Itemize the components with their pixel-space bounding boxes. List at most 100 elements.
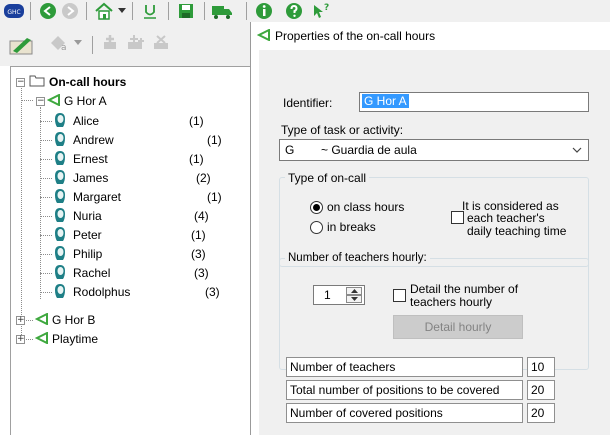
identifier-input[interactable]: G Hor A [359,92,589,112]
on-call-arrow-icon [34,330,49,347]
edit-label-icon[interactable]: a [48,34,72,52]
teacher-count: (1) [191,228,206,242]
radio-breaks-label: in breaks [327,220,376,234]
add-icon[interactable] [98,34,122,52]
summary-value-positions-covered: 20 [527,403,555,423]
teacher-count: (1) [189,114,204,128]
toolbar-separator [86,2,87,20]
toolbar-separator [204,2,205,20]
teacher-count: (1) [189,152,204,166]
add-multiple-icon[interactable] [124,34,148,52]
toolbar-separator [132,2,133,20]
expand-icon[interactable]: + [16,315,25,325]
toolbar-separator [168,2,169,20]
teacher-item[interactable]: Alice [53,111,99,131]
back-icon[interactable] [36,2,60,20]
home-icon[interactable] [92,2,116,20]
detail-text-2: teachers hourly [410,295,493,309]
delete-icon[interactable] [150,34,174,52]
considered-text-2: each teacher's [467,211,545,225]
identifier-value: G Hor A [362,94,409,108]
tree-connector [40,235,52,236]
teacher-item[interactable]: Nuria [53,206,102,226]
teacher-count: (3) [194,266,209,280]
teacher-item[interactable]: Rachel [53,263,110,283]
teacher-count: (2) [196,171,211,185]
tree-connector [40,107,41,299]
tree-connector [40,273,52,274]
svg-text:a: a [61,43,67,52]
toolbar-separator [246,2,247,20]
help-icon[interactable] [282,2,306,20]
dropdown-icon[interactable] [72,34,84,52]
forward-icon[interactable] [58,2,82,20]
teacher-item[interactable]: Margaret [53,187,121,207]
teachers-spinner[interactable]: 1 [313,285,365,305]
radio-breaks[interactable] [310,221,323,234]
properties-titlebar[interactable]: Properties of the on-call hours [251,22,610,50]
radio-class-hours[interactable] [310,201,323,214]
tree-group-g-hor-b[interactable]: + G Hor B [16,310,95,330]
tree-root-label: On-call hours [49,75,127,89]
properties-title: Properties of the on-call hours [275,29,436,43]
considered-text-3: daily teaching time [467,224,567,238]
main-toolbar: GHC ? [0,0,610,22]
tree-root[interactable]: − On-call hours [16,72,126,92]
expand-icon[interactable]: + [16,334,25,344]
chevron-down-icon[interactable] [572,144,582,158]
info-icon[interactable] [252,2,276,20]
tree-connector [40,140,52,141]
teacher-item[interactable]: Philip [53,244,102,264]
folder-icon [29,74,45,90]
teacher-item[interactable]: Peter [53,225,102,245]
ghc-logo-icon[interactable]: GHC [2,2,26,20]
daily-teaching-checkbox[interactable] [451,211,464,224]
on-call-arrow-icon [34,311,49,328]
task-code: G [285,143,295,157]
truck-icon[interactable] [210,2,234,20]
summary-value-teachers: 10 [527,357,555,377]
teacher-name: Nuria [73,209,102,223]
dropdown-icon[interactable] [116,2,128,20]
teacher-item[interactable]: James [53,168,108,188]
detail-hourly-button[interactable]: Detail hourly [393,315,523,339]
task-type-select[interactable]: G ~ Guardia de aula [279,139,589,161]
teacher-name: Philip [73,247,103,261]
properties-body: Identifier: G Hor A Type of task or acti… [259,50,610,435]
teachers-spinner-value: 1 [324,288,331,302]
spinner-down-icon[interactable] [346,295,362,303]
teachers-hourly-group [279,258,589,370]
tree-connector [21,100,33,101]
teacher-item[interactable]: Rodolphus [53,282,130,302]
whats-this-icon[interactable]: ? [308,2,332,20]
teacher-name: Rodolphus [73,285,131,299]
tree-connector [40,197,52,198]
collapse-icon[interactable]: − [16,77,25,87]
underline-icon[interactable] [138,2,162,20]
teacher-icon [53,188,67,207]
on-call-tree[interactable]: − On-call hours − G Hor A Alice (1) Andrew… [10,66,250,435]
collapse-icon[interactable]: − [36,96,45,106]
tree-connector [40,121,52,122]
detail-hourly-checkbox[interactable] [393,289,406,302]
spinner-up-icon[interactable] [346,287,362,295]
identifier-label: Identifier: [283,96,333,110]
tree-toolbar: a [0,22,250,66]
tree-connector [21,83,22,339]
on-call-arrow-icon [46,92,61,109]
save-icon[interactable] [174,2,198,20]
tree-group-playtime[interactable]: + Playtime [16,329,98,349]
teacher-count: (1) [207,133,222,147]
teacher-name: Alice [73,114,100,128]
tree-group-g-hor-a[interactable]: − G Hor A [36,91,107,111]
teacher-count: (3) [205,285,220,299]
summary-label-positions-covered: Number of covered positions [286,403,523,423]
teacher-name: Ernest [73,152,108,166]
task-value: ~ Guardia de aula [321,143,417,157]
teacher-item[interactable]: Andrew [53,130,114,150]
teacher-icon [53,112,67,131]
tree-connector [40,292,52,293]
detail-text-1: Detail the number of [410,282,519,296]
properties-icon[interactable] [8,34,36,56]
teacher-item[interactable]: Ernest [53,149,108,169]
